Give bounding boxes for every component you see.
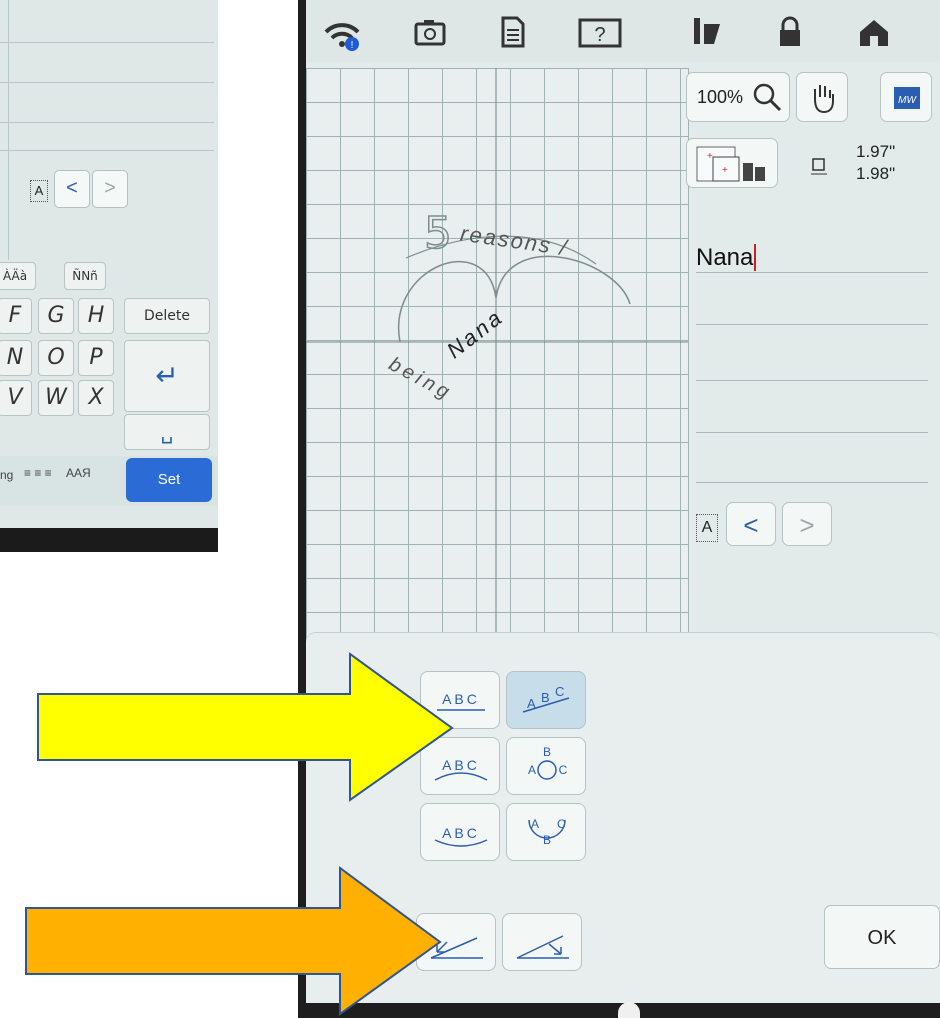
stitch-view-button[interactable]: MW [880, 72, 932, 122]
keyboard-screen-photo: A < > ÀÄà ÑNñ F G H Delete N O P ↵ V W X… [0, 0, 218, 552]
document-icon[interactable] [492, 14, 532, 50]
char-indicator[interactable]: A [30, 180, 48, 202]
arrange-staircase-icon: ABC [522, 684, 570, 713]
set-button[interactable]: Set [126, 458, 212, 502]
top-toolbar: ! ? [306, 0, 940, 62]
design-height: 1.98" [856, 164, 896, 183]
spacing-button[interactable]: ng [0, 468, 13, 482]
next-char-button[interactable]: > [782, 502, 832, 546]
key-o[interactable]: O [38, 340, 74, 376]
edit-screen: 5 reasons / being Nana 100% MW + + 1.97"… [306, 62, 940, 1003]
accent-tab-n[interactable]: ÑNñ [64, 262, 106, 290]
key-v[interactable]: V [0, 380, 32, 416]
prev-char-button[interactable]: < [726, 502, 776, 546]
zoom-level: 100% [697, 87, 744, 107]
magnifier-icon [751, 81, 783, 118]
svg-text:A: A [528, 763, 536, 777]
yellow-arrow [37, 652, 454, 802]
next-char-button[interactable]: > [92, 170, 128, 208]
svg-text:+: + [707, 151, 713, 162]
frame-position-button[interactable]: + + [686, 138, 778, 188]
size-icon [808, 156, 830, 183]
hand-pan-button[interactable] [796, 72, 848, 122]
text-entry-field[interactable]: Nana [696, 244, 928, 280]
svg-text:C: C [559, 763, 568, 777]
orange-arrow [25, 866, 442, 1016]
zoom-button[interactable]: 100% [686, 72, 790, 122]
tilt-right-button[interactable] [502, 913, 582, 971]
key-p[interactable]: P [78, 340, 114, 376]
hand-icon [807, 81, 839, 120]
help-icon[interactable]: ? [576, 14, 624, 50]
arrange-circle-button[interactable]: BA C [506, 737, 586, 795]
needle-icon[interactable] [686, 14, 726, 50]
key-n[interactable]: N [0, 340, 32, 376]
svg-text:C: C [557, 817, 566, 831]
arrange-circle-icon: BA C [528, 745, 568, 780]
enter-key[interactable]: ↵ [124, 340, 210, 412]
key-g[interactable]: G [38, 298, 74, 334]
svg-text:A: A [531, 817, 539, 831]
char-indicator[interactable]: A [696, 514, 718, 542]
svg-text:!: ! [351, 40, 354, 51]
font-style-button[interactable]: AAЯ [66, 466, 91, 480]
wifi-icon[interactable]: ! [320, 14, 360, 51]
arrange-arc-down-button[interactable]: ABC [420, 803, 500, 861]
arrange-circle-bottom-button[interactable]: ABC [506, 803, 586, 861]
ok-button[interactable]: OK [824, 905, 940, 969]
stitch-view-icon: MW [891, 83, 923, 118]
text-entry-value: Nana [696, 244, 757, 271]
arrange-arc-down-icon: ABC [434, 825, 488, 847]
lock-icon[interactable] [770, 14, 810, 50]
svg-text:B: B [543, 833, 551, 847]
svg-text:ABC: ABC [442, 825, 480, 841]
key-h[interactable]: H [78, 298, 114, 334]
prev-char-button[interactable]: < [54, 170, 90, 208]
design-preview [306, 68, 688, 660]
key-x[interactable]: X [78, 380, 114, 416]
arrange-circle-bottom-icon: ABC [528, 817, 566, 847]
frame-icon: + + [695, 145, 771, 190]
accent-tab-a[interactable]: ÀÄà [0, 262, 36, 290]
tilt-right-icon [516, 935, 569, 959]
svg-text:+: + [722, 165, 728, 176]
alignment-button[interactable]: ≡ ≡ ≡ [24, 466, 52, 480]
home-icon[interactable] [854, 14, 894, 50]
arrange-staircase-button[interactable]: ABC [506, 671, 586, 729]
key-f[interactable]: F [0, 298, 32, 334]
delete-button[interactable]: Delete [124, 298, 210, 334]
space-key[interactable]: ␣ [124, 414, 210, 450]
svg-text:MW: MW [898, 95, 917, 106]
svg-text:C: C [555, 684, 564, 699]
embroidery-grid[interactable]: 5 reasons / being Nana [306, 68, 689, 660]
big-five-digit: 5 [423, 207, 453, 260]
key-w[interactable]: W [38, 380, 74, 416]
svg-text:B: B [541, 690, 550, 705]
camera-icon[interactable] [410, 14, 450, 50]
svg-text:B: B [543, 745, 551, 759]
design-width: 1.97" [856, 142, 896, 161]
clock-icon [618, 1002, 640, 1018]
svg-text:?: ? [594, 24, 605, 46]
